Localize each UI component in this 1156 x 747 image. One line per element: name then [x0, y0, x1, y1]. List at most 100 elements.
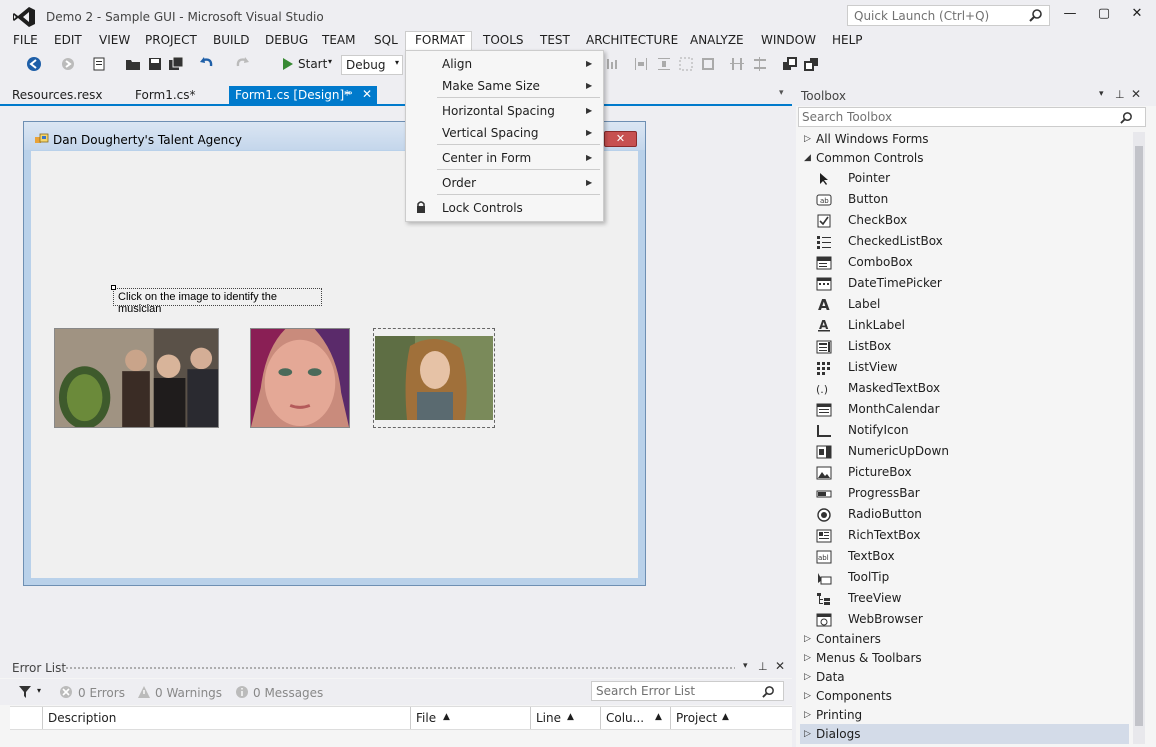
menu-item-center-in-form[interactable]: Center in Form: [442, 151, 531, 165]
toolbox-item-label[interactable]: Label: [848, 297, 880, 311]
musician-picturebox-2[interactable]: [250, 328, 350, 428]
menu-item-make-same-size[interactable]: Make Same Size: [442, 79, 540, 93]
save-all-icon[interactable]: [168, 56, 184, 72]
menu-team[interactable]: TEAM: [320, 33, 357, 47]
toolbox-item-linklabel[interactable]: LinkLabel: [848, 318, 905, 332]
warnings-filter-toggle[interactable]: 0 Warnings: [155, 686, 222, 700]
expand-triangle-icon[interactable]: ▷: [804, 634, 811, 644]
menu-build[interactable]: BUILD: [211, 33, 251, 47]
horizontal-spacing-icon[interactable]: [729, 56, 745, 72]
start-debugging-icon[interactable]: [280, 56, 296, 72]
toolbox-item-picturebox[interactable]: PictureBox: [848, 465, 912, 479]
menu-sql[interactable]: SQL: [372, 33, 400, 47]
menu-format[interactable]: FORMAT: [413, 33, 467, 47]
musician-picturebox-3[interactable]: [375, 336, 493, 420]
toolbox-item-listbox[interactable]: ListBox: [848, 339, 891, 353]
panel-options-chevron-icon[interactable]: ▾: [1099, 89, 1104, 99]
toolbox-group-dialogs[interactable]: Dialogs: [816, 727, 860, 741]
new-project-icon[interactable]: [91, 56, 107, 72]
toolbox-item-notifyicon[interactable]: NotifyIcon: [848, 423, 909, 437]
expand-triangle-icon[interactable]: ▷: [804, 710, 811, 720]
column-file[interactable]: File: [416, 711, 436, 725]
toolbox-item-radiobutton[interactable]: RadioButton: [848, 507, 922, 521]
toolbox-item-numericupdown[interactable]: NumericUpDown: [848, 444, 949, 458]
menu-view[interactable]: VIEW: [97, 33, 132, 47]
filter-dropdown-chevron-icon[interactable]: ▾: [37, 686, 41, 695]
start-button-label[interactable]: Start: [298, 57, 327, 71]
close-window-button[interactable]: ✕: [1127, 6, 1147, 22]
menu-analyze[interactable]: ANALYZE: [688, 33, 746, 47]
messages-filter-toggle[interactable]: 0 Messages: [253, 686, 323, 700]
toolbox-item-tooltip[interactable]: ToolTip: [848, 570, 889, 584]
column-project[interactable]: Project: [676, 711, 717, 725]
menu-window[interactable]: WINDOW: [759, 33, 818, 47]
tab-form1-cs[interactable]: Form1.cs*: [135, 88, 196, 102]
menu-architecture[interactable]: ARCHITECTURE: [584, 33, 680, 47]
solution-configuration-combo[interactable]: Debug ▾: [341, 55, 403, 75]
toolbox-item-webbrowser[interactable]: WebBrowser: [848, 612, 923, 626]
column-line[interactable]: Line: [536, 711, 561, 725]
toolbox-item-button[interactable]: Button: [848, 192, 888, 206]
expand-triangle-icon[interactable]: ▷: [804, 729, 811, 739]
make-same-width-icon[interactable]: [633, 56, 649, 72]
selection-grip-handle[interactable]: [111, 285, 116, 290]
send-to-back-icon[interactable]: [804, 56, 820, 72]
toolbox-group-printing[interactable]: Printing: [816, 708, 862, 722]
toolbox-item-maskedtextbox[interactable]: MaskedTextBox: [848, 381, 940, 395]
toolbox-group-menus-toolbars[interactable]: Menus & Toolbars: [816, 651, 922, 665]
align-bottoms-icon[interactable]: [604, 56, 620, 72]
toolbox-item-combobox[interactable]: ComboBox: [848, 255, 913, 269]
menu-help[interactable]: HELP: [830, 33, 865, 47]
tab-resources-resx[interactable]: Resources.resx: [12, 88, 103, 102]
make-same-size-icon[interactable]: [700, 56, 716, 72]
navigate-forward-icon[interactable]: [60, 56, 76, 72]
make-same-height-icon[interactable]: [656, 56, 672, 72]
menu-item-vertical-spacing[interactable]: Vertical Spacing: [442, 126, 538, 140]
undo-icon[interactable]: [199, 56, 215, 72]
errors-filter-toggle[interactable]: 0 Errors: [78, 686, 125, 700]
vertical-spacing-icon[interactable]: [752, 56, 768, 72]
menu-tools[interactable]: TOOLS: [481, 33, 526, 47]
column-column[interactable]: Colu...: [606, 711, 644, 725]
expand-triangle-icon[interactable]: ▷: [804, 691, 811, 701]
panel-drag-grip[interactable]: [65, 666, 735, 670]
toolbox-group-all-windows-forms[interactable]: All Windows Forms: [816, 132, 929, 146]
menu-debug[interactable]: DEBUG: [263, 33, 310, 47]
toolbox-item-datetimepicker[interactable]: DateTimePicker: [848, 276, 942, 290]
menu-edit[interactable]: EDIT: [52, 33, 84, 47]
toolbox-item-monthcalendar[interactable]: MonthCalendar: [848, 402, 940, 416]
collapse-triangle-icon[interactable]: ◢: [804, 153, 811, 163]
menu-item-order[interactable]: Order: [442, 176, 476, 190]
close-panel-icon[interactable]: ✕: [1131, 87, 1141, 101]
menu-project[interactable]: PROJECT: [143, 33, 199, 47]
toolbox-item-listview[interactable]: ListView: [848, 360, 897, 374]
size-to-grid-icon[interactable]: [678, 56, 694, 72]
toolbox-item-textbox[interactable]: TextBox: [848, 549, 895, 563]
open-file-icon[interactable]: [125, 56, 141, 72]
menu-file[interactable]: FILE: [11, 33, 40, 47]
menu-test[interactable]: TEST: [538, 33, 572, 47]
toolbox-item-treeview[interactable]: TreeView: [848, 591, 901, 605]
redo-icon[interactable]: [234, 56, 250, 72]
bring-to-front-icon[interactable]: [782, 56, 798, 72]
toolbox-item-checkedlistbox[interactable]: CheckedListBox: [848, 234, 943, 248]
panel-options-chevron-icon[interactable]: ▾: [743, 661, 748, 671]
toolbox-item-checkbox[interactable]: CheckBox: [848, 213, 907, 227]
pin-panel-icon[interactable]: ⊥: [758, 660, 768, 673]
close-panel-icon[interactable]: ✕: [775, 659, 785, 673]
menu-item-align[interactable]: Align: [442, 57, 472, 71]
save-icon[interactable]: [147, 56, 163, 72]
error-list-search-input[interactable]: Search Error List: [591, 681, 784, 701]
toolbox-item-progressbar[interactable]: ProgressBar: [848, 486, 920, 500]
toolbox-group-common-controls[interactable]: Common Controls: [816, 151, 924, 165]
pin-panel-icon[interactable]: ⊥: [1115, 88, 1125, 101]
menu-item-lock-controls[interactable]: Lock Controls: [442, 201, 523, 215]
toolbox-item-richtextbox[interactable]: RichTextBox: [848, 528, 920, 542]
maximize-button[interactable]: ▢: [1094, 6, 1114, 22]
quick-launch-input[interactable]: Quick Launch (Ctrl+Q): [847, 5, 1050, 26]
musician-picturebox-1[interactable]: [54, 328, 219, 428]
tab-overflow-chevron-icon[interactable]: ▾: [779, 88, 784, 98]
toolbox-search-input[interactable]: Search Toolbox: [798, 107, 1146, 127]
expand-triangle-icon[interactable]: ▷: [804, 653, 811, 663]
expand-triangle-icon[interactable]: ▷: [804, 134, 811, 144]
